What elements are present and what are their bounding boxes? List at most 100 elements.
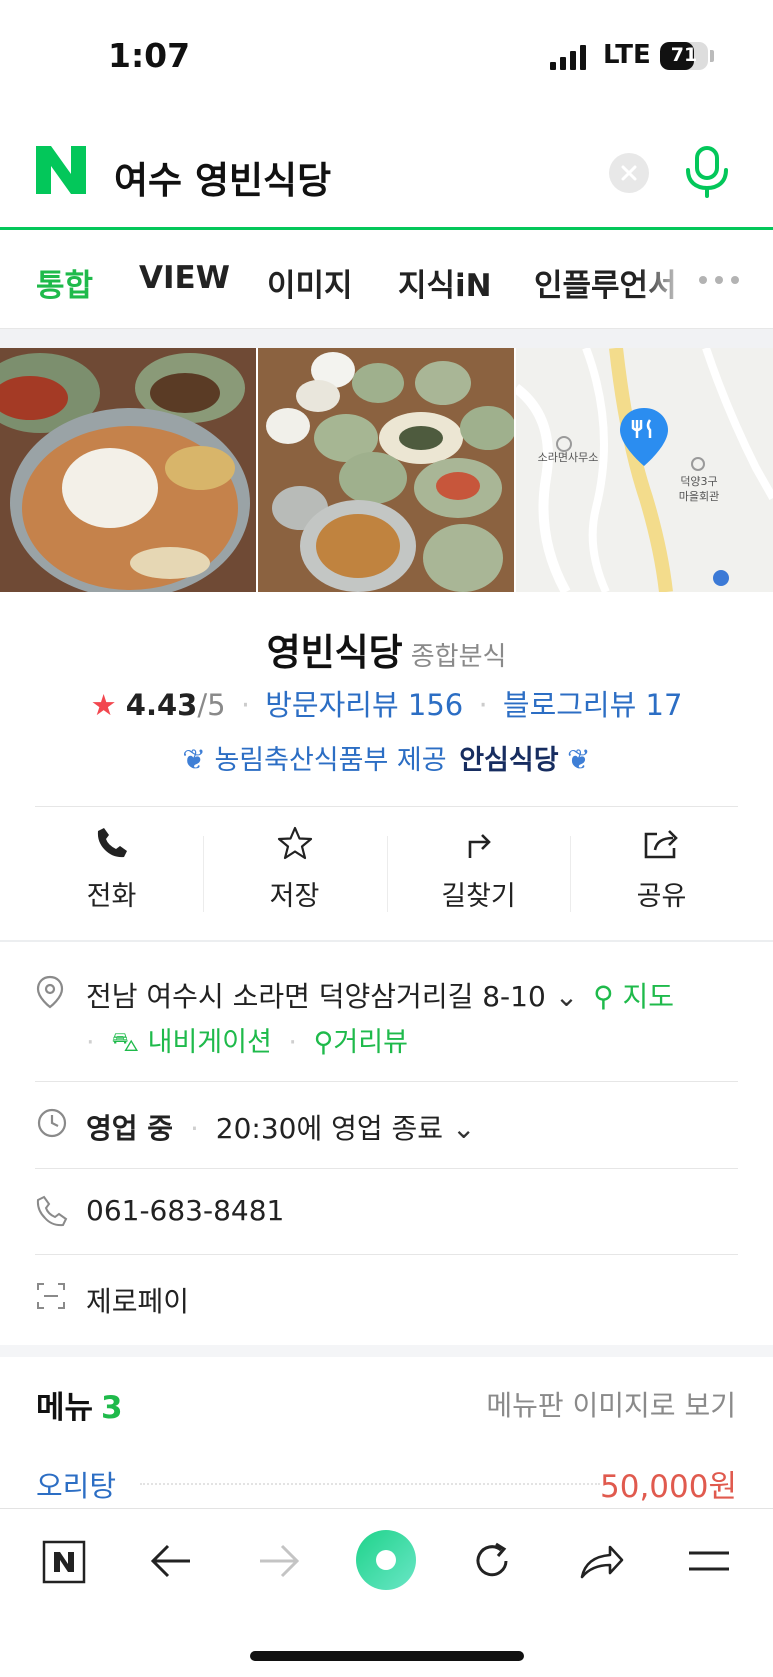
directions-label: 길찾기 [441, 881, 516, 912]
share-icon [644, 830, 678, 859]
car-icon: ⛍ [111, 1027, 140, 1058]
business-hours: 20:30에 영업 종료 [215, 1112, 444, 1145]
back-arrow-icon[interactable] [150, 1543, 192, 1579]
food-photo-1-image [0, 348, 256, 592]
section-divider [0, 940, 773, 942]
separator-dot: · [288, 1027, 298, 1058]
tab-fade [640, 230, 690, 326]
menu-item-leader [140, 1483, 600, 1485]
search-input[interactable]: 여수 영빈식당 [114, 150, 331, 204]
visitor-reviews-link[interactable]: 방문자리뷰 156 [265, 688, 463, 722]
rating-value: 4.43 [125, 688, 198, 722]
food-photo-2[interactable] [258, 348, 514, 592]
chevron-down-icon[interactable]: ⌄ [452, 1112, 475, 1145]
star-rating-icon: ★ [90, 688, 117, 722]
divider [35, 1168, 738, 1169]
call-button[interactable]: 전화 [20, 826, 203, 913]
save-label: 저장 [269, 881, 320, 912]
tab-knowledge-in[interactable]: 지식iN [398, 260, 492, 305]
map-link[interactable]: ⚲ 지도 [593, 980, 674, 1013]
place-category: 종합분식 [410, 642, 507, 672]
streetview-label: 거리뷰 [333, 1027, 408, 1058]
map-label-office: 소라면사무소 [538, 451, 599, 464]
map-thumbnail[interactable]: 소라면사무소 덕양3구 마을회관 [516, 348, 773, 592]
share-label: 공유 [636, 881, 687, 912]
laurel-right-icon: ❦ [567, 743, 591, 776]
share-arrow-icon[interactable] [578, 1541, 624, 1581]
separator-dot: · [189, 1112, 199, 1145]
safe-restaurant-badge[interactable]: ❦ 농림축산식품부 제공 안심식당 ❦ [0, 738, 773, 777]
call-label: 전화 [86, 881, 137, 912]
divider [35, 806, 738, 807]
map-thumbnail-image: 소라면사무소 덕양3구 마을회관 [516, 348, 773, 592]
rating-row: ★ 4.43/5 · 방문자리뷰 156 · 블로그리뷰 17 [0, 682, 773, 724]
map-pin-small-icon: ⚲ [593, 980, 614, 1013]
naver-logo-icon[interactable] [36, 146, 86, 194]
hours-row[interactable]: 영업 중 · 20:30에 영업 종료 ⌄ [86, 1107, 475, 1147]
star-icon [277, 826, 312, 860]
directions-button[interactable]: 길찾기 [387, 826, 570, 913]
share-button[interactable]: 공유 [570, 826, 753, 913]
separator-dot: · [86, 1027, 95, 1058]
menu-title-label: 메뉴 [36, 1390, 94, 1426]
streetview-link[interactable]: ⚲거리뷰 [314, 1027, 408, 1058]
payment-scan-icon [37, 1283, 65, 1309]
address-text[interactable]: 전남 여수시 소라면 덕양삼거리길 8-10 [86, 980, 546, 1013]
navigation-link[interactable]: ⛍ 내비게이션 [111, 1027, 272, 1058]
section-divider [0, 1345, 773, 1357]
divider [35, 1254, 738, 1255]
navigation-label: 내비게이션 [147, 1027, 272, 1058]
cellular-signal-icon [550, 44, 586, 70]
directions-icon [468, 834, 491, 858]
rating-max: /5 [197, 688, 226, 722]
map-label-hall-2: 마을회관 [679, 490, 719, 503]
location-pin-icon [36, 975, 64, 1009]
status-time: 1:07 [108, 36, 191, 75]
menu-image-link[interactable]: 메뉴판 이미지로 보기 [486, 1384, 736, 1424]
forward-arrow-icon[interactable] [258, 1543, 300, 1579]
map-link-label: 지도 [622, 980, 675, 1013]
blog-reviews-link[interactable]: 블로그리뷰 17 [503, 688, 683, 722]
menu-section-title: 메뉴 3 [36, 1382, 123, 1427]
divider [35, 1081, 738, 1082]
section-gap [0, 329, 773, 348]
phone-number[interactable]: 061-683-8481 [86, 1194, 284, 1227]
menu-item-name[interactable]: 오리탕 [36, 1463, 116, 1505]
chevron-down-icon[interactable]: ⌄ [555, 980, 578, 1013]
laurel-left-icon: ❦ [182, 743, 206, 776]
address-links: · ⛍ 내비게이션 · ⚲거리뷰 [86, 1020, 408, 1062]
home-indicator[interactable] [250, 1651, 524, 1661]
battery-percent: 71 [670, 44, 698, 66]
food-photo-2-image [258, 348, 514, 592]
green-dot-button[interactable] [355, 1529, 417, 1591]
tab-view[interactable]: VIEW [139, 260, 230, 296]
save-button[interactable]: 저장 [203, 826, 386, 913]
battery-icon: 71 [660, 42, 708, 70]
clock-icon [37, 1108, 67, 1138]
separator-dot: · [240, 688, 251, 722]
certification-source: 농림축산식품부 제공 [214, 745, 447, 776]
address-row: 전남 여수시 소라면 덕양삼거리길 8-10 ⌄ ⚲ 지도 [86, 975, 674, 1015]
refresh-icon[interactable] [470, 1539, 514, 1583]
separator-dot: · [478, 688, 488, 722]
menu-icon[interactable] [687, 1547, 731, 1575]
clear-search-button[interactable] [609, 153, 649, 193]
naver-home-icon[interactable] [42, 1540, 86, 1584]
tab-images[interactable]: 이미지 [267, 260, 353, 305]
phone-icon [97, 828, 127, 858]
map-label-hall-1: 덕양3구 [680, 475, 717, 488]
more-tabs-icon[interactable] [699, 276, 739, 284]
place-name[interactable]: 영빈식당 [267, 631, 403, 674]
menu-count: 3 [101, 1390, 123, 1426]
food-photo-1[interactable] [0, 348, 256, 592]
search-tabs: 통합 VIEW 이미지 지식iN 인플루언서 [0, 230, 773, 329]
business-status: 영업 중 [86, 1112, 174, 1145]
close-icon [621, 165, 637, 181]
payment-method: 제로페이 [86, 1285, 190, 1318]
pin-outline-icon: ⚲ [313, 1027, 334, 1058]
network-type: LTE [603, 40, 651, 70]
microphone-icon[interactable] [684, 146, 730, 198]
tab-all[interactable]: 통합 [36, 260, 93, 305]
place-header: 영빈식당 종합분식 [0, 622, 773, 676]
battery-nub [710, 50, 714, 62]
